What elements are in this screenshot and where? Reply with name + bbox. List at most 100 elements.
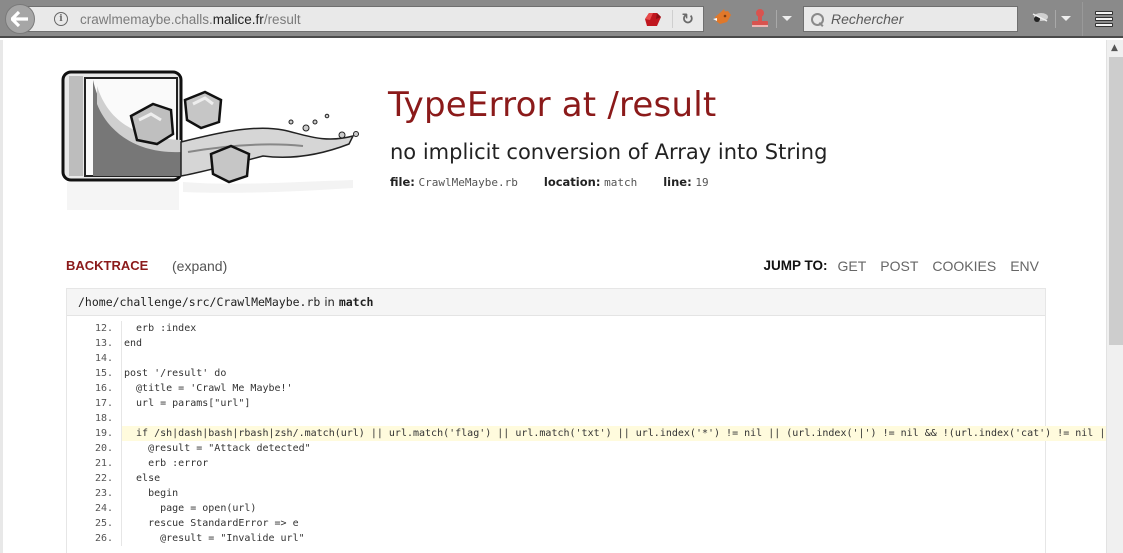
- code-text-wrap: url = params["url"]: [122, 396, 1106, 411]
- code-text: if /sh|dash|bash|rbash|zsh/.match(url) |…: [122, 428, 1106, 439]
- error-title: TypeError at /result: [388, 85, 717, 125]
- vertical-scrollbar[interactable]: ▲: [1106, 40, 1123, 553]
- expand-link[interactable]: (expand): [172, 258, 227, 274]
- line-number: 22.: [94, 473, 113, 484]
- code-text: page = open(url): [124, 503, 257, 514]
- ruby-icon[interactable]: [645, 12, 661, 27]
- url-text[interactable]: crawlmemaybe.challs.malice.fr/result: [80, 12, 301, 27]
- line-number: 16.: [94, 383, 113, 394]
- line-number: 20.: [94, 443, 113, 454]
- file-meta: file: CrawlMeMaybe.rb: [390, 175, 518, 189]
- code-line: 21. erb :error: [67, 456, 1106, 471]
- frame-in: in: [324, 295, 335, 309]
- code-text: begin: [124, 488, 179, 499]
- jump-link-cookies[interactable]: COOKIES: [932, 258, 996, 274]
- code-line: 17. url = params["url"]: [67, 396, 1106, 411]
- code-text-wrap: rescue StandardError => e: [122, 516, 1106, 531]
- back-button[interactable]: [5, 4, 35, 34]
- code-line: 16. @title = 'Crawl Me Maybe!': [67, 381, 1106, 396]
- code-text-wrap: erb :error: [122, 456, 1106, 471]
- backtrace-heading: BACKTRACE: [66, 258, 149, 273]
- search-icon: [811, 13, 824, 26]
- url-prefix: crawlmemaybe.challs.: [80, 11, 213, 27]
- line-label: line:: [663, 175, 692, 189]
- code-text: url = params["url"]: [124, 398, 251, 409]
- sinatra-logo-icon: [61, 70, 359, 210]
- code-line: 13. end: [67, 336, 1106, 351]
- line-number: 15.: [94, 368, 113, 379]
- reload-icon[interactable]: ↻: [681, 10, 694, 28]
- code-line: 19. if /sh|dash|bash|rbash|zsh/.match(ur…: [67, 426, 1106, 441]
- line-number: 13.: [94, 338, 113, 349]
- spy-dropdown-icon[interactable]: [1061, 16, 1071, 21]
- code-text: rescue StandardError => e: [124, 518, 299, 529]
- code-listing: 12. erb :index 13. end 14. 15. post '/result'…: [67, 321, 1106, 546]
- scroll-up-icon[interactable]: ▲: [1111, 43, 1118, 53]
- code-line: 24. page = open(url): [67, 501, 1106, 516]
- code-text-wrap: erb :index: [122, 321, 1106, 336]
- code-line: 23. begin: [67, 486, 1106, 501]
- code-text: post '/result' do: [124, 368, 227, 379]
- code-line: 18.: [67, 411, 1106, 426]
- line-number: 23.: [94, 488, 113, 499]
- jump-link-get[interactable]: GET: [838, 258, 867, 274]
- scroll-thumb[interactable]: [1109, 57, 1123, 345]
- toolbar-separator: [1082, 2, 1083, 36]
- code-text-wrap: @title = 'Crawl Me Maybe!': [122, 381, 1106, 396]
- line-meta: line: 19: [663, 175, 708, 189]
- info-icon[interactable]: i: [54, 12, 68, 26]
- search-box[interactable]: [803, 6, 1018, 32]
- frame-function: match: [338, 295, 374, 309]
- line-number: 21.: [94, 458, 113, 469]
- code-text-wrap: if /sh|dash|bash|rbash|zsh/.match(url) |…: [122, 426, 1106, 441]
- backtrace-frame: /home/challenge/src/CrawlMeMaybe.rb in m…: [66, 288, 1106, 553]
- code-text-wrap: end: [122, 336, 1106, 351]
- line-number: 18.: [94, 413, 113, 424]
- code-text: erb :index: [124, 323, 197, 334]
- code-text-wrap: post '/result' do: [122, 366, 1106, 381]
- code-line: 25. rescue StandardError => e: [67, 516, 1106, 531]
- jump-link-env[interactable]: ENV: [1010, 258, 1039, 274]
- code-text-wrap: page = open(url): [122, 501, 1106, 516]
- line-value: 19: [695, 176, 709, 189]
- line-number: 17.: [94, 398, 113, 409]
- toolbar-separator: [1055, 10, 1056, 28]
- back-arrow-icon: [11, 11, 28, 27]
- file-label: file:: [390, 175, 415, 189]
- menu-bar: [1095, 11, 1113, 15]
- url-domain: malice.fr: [212, 11, 264, 27]
- url-suffix: /result: [263, 11, 301, 27]
- line-number: 19.: [94, 428, 113, 439]
- frame-path: /home/challenge/src/CrawlMeMaybe.rb: [78, 295, 321, 309]
- extension-stamp-icon[interactable]: [751, 8, 769, 28]
- code-text-wrap: [122, 351, 1106, 366]
- frame-header[interactable]: /home/challenge/src/CrawlMeMaybe.rb in m…: [67, 289, 1045, 316]
- location-value: match: [604, 176, 638, 189]
- search-input[interactable]: [831, 11, 1011, 27]
- url-divider: [672, 10, 673, 28]
- code-text: @result = "Invalide url": [124, 533, 305, 544]
- toolbar-separator: [776, 10, 777, 28]
- error-message: no implicit conversion of Array into Str…: [390, 140, 828, 164]
- page-content: TypeError at /result no implicit convers…: [0, 40, 1106, 553]
- code-text: end: [124, 338, 143, 349]
- location-label: location:: [543, 175, 601, 189]
- code-line: 20. @result = "Attack detected": [67, 441, 1106, 456]
- code-text-wrap: begin: [122, 486, 1106, 501]
- code-text: erb :error: [124, 458, 209, 469]
- url-bar[interactable]: i crawlmemaybe.challs.malice.fr/result ↻: [28, 6, 704, 32]
- jump-link-post[interactable]: POST: [880, 258, 918, 274]
- code-text: else: [124, 473, 161, 484]
- code-line: 22. else: [67, 471, 1106, 486]
- extension-spy-icon[interactable]: [1031, 11, 1049, 25]
- menu-bar: [1095, 23, 1113, 27]
- file-value: CrawlMeMaybe.rb: [418, 176, 518, 189]
- line-number: 24.: [94, 503, 113, 514]
- extension-dropdown-icon[interactable]: [782, 16, 792, 21]
- menu-icon[interactable]: [1095, 11, 1113, 27]
- jump-to-nav: JUMP TO: GET POST COOKIES ENV: [763, 258, 1039, 274]
- extension-fox-icon[interactable]: [713, 9, 733, 27]
- code-line: 26. @result = "Invalide url": [67, 531, 1106, 546]
- code-text-wrap: else: [122, 471, 1106, 486]
- code-line: 12. erb :index: [67, 321, 1106, 336]
